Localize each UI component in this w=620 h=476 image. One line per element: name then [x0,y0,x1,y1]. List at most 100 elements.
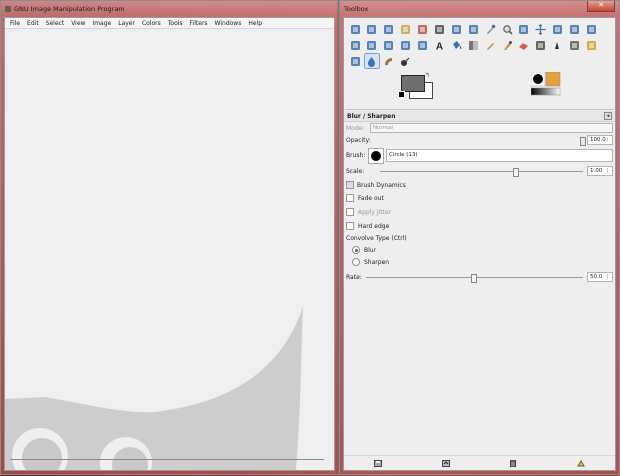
foreground-select-icon[interactable] [448,21,464,37]
paths-icon[interactable] [465,21,481,37]
free-select-icon[interactable] [381,21,397,37]
blend-icon[interactable] [465,37,481,53]
brush-preview-button[interactable] [368,147,384,164]
status-divider [10,459,324,460]
delete-options-icon[interactable] [509,459,517,467]
airbrush-icon[interactable] [533,37,549,53]
hard-edge-row[interactable]: Hard edge [344,219,615,233]
window-controls: ✕ [587,1,615,12]
flip-icon[interactable] [398,37,414,53]
main-titlebar[interactable]: GNU Image Manipulation Program [1,1,338,17]
convolve-type-row: Convolve Type (Ctrl) [344,233,615,244]
toolbox-titlebar[interactable]: Toolbox ✕ [340,1,619,17]
close-icon[interactable]: ✕ [587,1,615,12]
restore-options-icon[interactable] [441,459,450,467]
ellipse-select-icon[interactable] [364,21,380,37]
fade-out-checkbox[interactable] [346,194,354,202]
rate-slider-handle[interactable] [471,273,478,283]
move-icon[interactable] [533,21,549,37]
scale-slider-handle[interactable] [513,167,520,177]
smudge-icon[interactable] [381,53,397,69]
blur-sharpen-icon[interactable] [363,53,380,69]
bucket-fill-icon[interactable] [448,37,464,53]
fuzzy-select-icon[interactable] [398,21,414,37]
menu-tools[interactable]: Tools [165,18,187,28]
svg-text:A: A [436,41,443,51]
mode-select[interactable]: Normal [370,123,613,133]
tool-options-menu-icon[interactable]: ◂ [604,112,612,120]
jitter-row[interactable]: Apply Jitter [344,205,615,219]
menu-layer[interactable]: Layer [115,18,139,28]
opacity-slider[interactable] [375,136,586,146]
blur-radio[interactable] [352,246,360,254]
scissors-select-icon[interactable] [431,21,447,37]
menu-filters[interactable]: Filters [187,18,212,28]
default-colors-icon[interactable] [398,91,405,98]
paintbrush-icon[interactable] [499,37,515,53]
clone-icon[interactable] [567,37,583,53]
sharpen-radio[interactable] [352,258,360,266]
tool-options-title: Blur / Sharpen [347,112,396,120]
menu-edit[interactable]: Edit [24,18,43,28]
sharpen-radio-label: Sharpen [364,258,390,266]
pencil-icon[interactable] [482,37,498,53]
menu-view[interactable]: View [68,18,89,28]
fade-out-row[interactable]: Fade out [344,191,615,205]
rotate-icon[interactable] [583,21,599,37]
menu-help[interactable]: Help [245,18,266,28]
shear-icon[interactable] [364,37,380,53]
empty-image-area[interactable] [5,29,334,470]
color-area: ↰ [344,69,615,109]
save-options-icon[interactable] [373,459,382,467]
scale-slider[interactable] [380,167,583,177]
perspective-icon[interactable] [381,37,397,53]
brush-name-field[interactable]: Circle (13) [386,149,613,162]
perspective-clone-icon[interactable] [347,53,363,69]
convolve-type-label: Convolve Type (Ctrl) [346,235,407,242]
menu-select[interactable]: Select [43,18,69,28]
dynamics-row[interactable]: Brush Dynamics [344,179,615,191]
divider [345,109,614,110]
brush-row: Brush: Circle (13) [344,146,615,165]
cage-transform-icon[interactable] [415,37,431,53]
opacity-value-field[interactable]: 100.0 [587,135,613,145]
rate-value-field[interactable]: 50.0 [587,272,613,282]
eraser-icon[interactable] [516,37,532,53]
blur-option[interactable]: Blur [344,244,615,256]
main-window-title: GNU Image Manipulation Program [5,5,125,13]
measure-icon[interactable] [516,21,532,37]
dodge-burn-icon[interactable] [398,53,414,69]
hard-edge-checkbox[interactable] [346,222,354,230]
color-picker-icon[interactable] [482,21,498,37]
apply-jitter-checkbox[interactable] [346,208,354,216]
wilber-watermark [5,307,303,470]
gimp-app-icon [5,6,11,12]
scale-icon[interactable] [347,37,363,53]
toolbox-window: Toolbox ✕ A ↰ Blur / Sharpen ◂ Mode: Nor… [339,0,620,475]
crop-icon[interactable] [567,21,583,37]
hard-edge-label: Hard edge [358,222,390,230]
zoom-icon[interactable] [499,21,515,37]
sharpen-option[interactable]: Sharpen [344,256,615,268]
ink-icon[interactable] [550,37,566,53]
menu-image[interactable]: Image [89,18,115,28]
menu-colors[interactable]: Colors [139,18,165,28]
menu-windows[interactable]: Windows [212,18,246,28]
reset-options-icon[interactable] [577,459,586,467]
tool-options-header: Blur / Sharpen ◂ [344,111,615,122]
rate-slider[interactable] [365,273,583,283]
mode-row: Mode: Normal [344,122,615,134]
brush-pattern-gradient-preview[interactable] [531,72,561,96]
rect-select-icon[interactable] [347,21,363,37]
align-icon[interactable] [550,21,566,37]
menu-file[interactable]: File [7,18,24,28]
opacity-slider-handle[interactable] [580,136,586,146]
scale-value-field[interactable]: 1.00 [587,166,613,176]
heal-icon[interactable] [583,37,599,53]
text-icon[interactable]: A [431,37,447,53]
select-by-color-icon[interactable] [415,21,431,37]
swap-colors-icon[interactable]: ↰ [425,72,430,79]
toolbox-client: A ↰ Blur / Sharpen ◂ Mode: Normal Opacit… [343,17,616,471]
foreground-color-swatch[interactable] [401,75,425,92]
opacity-row: Opacity: 100.0 [344,134,615,146]
